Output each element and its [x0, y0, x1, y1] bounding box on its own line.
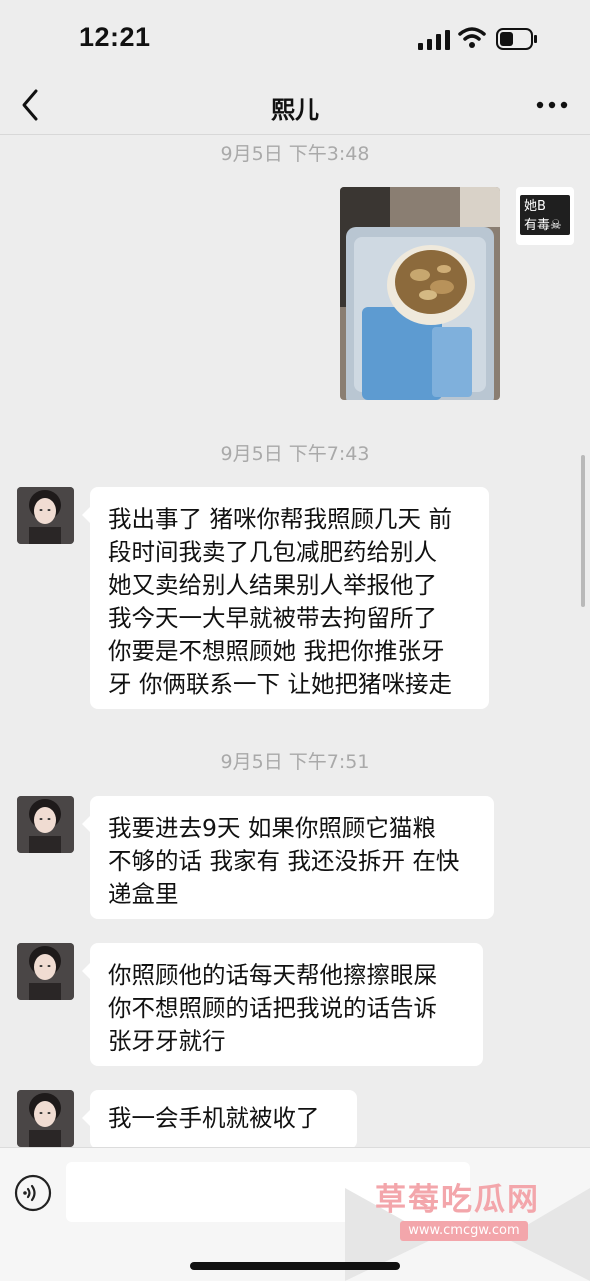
message-timestamp: 9月5日 下午3:48 [220, 143, 370, 165]
my-avatar[interactable]: 她B 有毒☠ [516, 187, 574, 245]
contact-avatar-photo [17, 943, 74, 1000]
watermark-text: 草莓吃瓜网 [375, 1182, 540, 1218]
status-time: 12:21 [79, 22, 151, 52]
contact-avatar-photo [17, 796, 74, 853]
contact-avatar[interactable] [17, 1090, 74, 1147]
voice-input-icon[interactable] [14, 1174, 52, 1212]
contact-avatar[interactable] [17, 943, 74, 1000]
contact-avatar-photo [17, 487, 74, 544]
wifi-icon [458, 27, 486, 48]
status-bar: 12:21 [0, 0, 590, 80]
chat-title: 熙儿 [271, 96, 319, 124]
cat-food-bowl-photo [340, 187, 500, 400]
watermark-url: www.cmcgw.com [400, 1221, 528, 1241]
contact-avatar[interactable] [17, 487, 74, 544]
more-options-icon[interactable] [536, 100, 568, 110]
input-bar: 草莓吃瓜网 www.cmcgw.com [0, 1147, 590, 1281]
home-indicator [190, 1262, 400, 1270]
message-bubble[interactable]: 你照顾他的话每天帮他擦擦眼屎 你不想照顾的话把我说的话告诉 张牙牙就行 [82, 943, 483, 1066]
image-message[interactable] [340, 187, 500, 400]
message-list[interactable]: 9月5日 下午3:48 她B 有毒☠ 9月5日 下午7:43 我出事了 猪咪你帮… [0, 135, 590, 1147]
message-bubble[interactable]: 我出事了 猪咪你帮我照顾几天 前 段时间我卖了几包减肥药给别人 她又卖给别人结果… [82, 487, 489, 709]
message-bubble[interactable]: 我一会手机就被收了 [82, 1090, 357, 1147]
chat-header: 熙儿 [0, 80, 590, 135]
contact-avatar-photo [17, 1090, 74, 1147]
message-timestamp: 9月5日 下午7:43 [220, 443, 370, 465]
battery-icon [496, 28, 537, 50]
avatar-tag: 她B 有毒☠ [520, 195, 570, 235]
scrollbar[interactable] [581, 455, 585, 607]
message-timestamp: 9月5日 下午7:51 [220, 751, 370, 773]
message-bubble[interactable]: 我要进去9天 如果你照顾它猫粮 不够的话 我家有 我还没拆开 在快 递盒里 [82, 796, 494, 919]
cellular-signal-icon [418, 30, 450, 50]
contact-avatar[interactable] [17, 796, 74, 853]
